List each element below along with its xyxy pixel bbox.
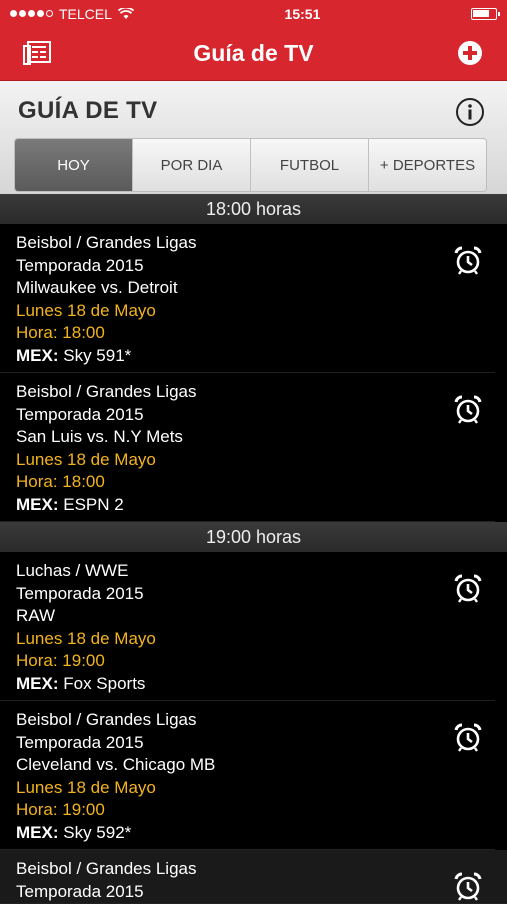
tab-bar: HOY POR DIA FUTBOL + DEPORTES [14,138,487,192]
event-sport: Beisbol / Grandes Ligas [16,382,197,401]
schedule-list: 18:00 horas Beisbol / Grandes Ligas Temp… [0,194,507,904]
event-time: Hora: 19:00 [16,800,105,819]
carrier-name: TELCEL [59,5,112,22]
event-season: Temporada 2015 [16,255,144,275]
event-sport: Beisbol / Grandes Ligas [16,859,197,878]
event-time: Hora: 18:00 [16,323,105,342]
event-channel: MEX: Fox Sports [16,673,146,693]
event-match: RAW [16,606,56,625]
alarm-clock-icon[interactable] [453,574,483,604]
event-date: Lunes 18 de Mayo [16,449,156,469]
event-match: Milwaukee vs. Detroit [16,278,178,297]
event-sport: Beisbol / Grandes Ligas [16,233,197,252]
clock: 15:51 [284,5,321,22]
event-channel: MEX: ESPN 2 [16,494,124,514]
alarm-clock-icon[interactable] [453,246,483,276]
signal-strength-icon [10,10,53,17]
event-time: Hora: 18:00 [16,472,105,491]
guide-icon[interactable] [22,40,52,66]
tab-por-dia[interactable]: POR DIA [133,139,251,191]
hour-header: 19:00 horas [0,522,507,552]
alarm-clock-icon[interactable] [453,723,483,753]
tab-futbol[interactable]: FUTBOL [251,139,369,191]
tab-hoy[interactable]: HOY [15,139,133,191]
list-item[interactable]: Beisbol / Grandes Ligas Temporada 2015 [0,850,507,904]
event-season: Temporada 2015 [16,404,144,424]
tab-mas-deportes[interactable]: + DEPORTES [369,139,486,191]
event-time: Hora: 19:00 [16,651,105,670]
event-sport: Beisbol / Grandes Ligas [16,710,197,729]
event-match: Cleveland vs. Chicago MB [16,755,216,774]
info-icon[interactable] [455,97,485,127]
section-title: GUÍA DE TV [18,97,158,124]
add-icon[interactable] [457,40,483,66]
event-date: Lunes 18 de Mayo [16,300,156,320]
status-bar: TELCEL 15:51 [0,0,507,27]
section-header: GUÍA DE TV HOY POR DIA FUTBOL + DEPORTES [0,81,507,194]
hour-header: 18:00 horas [0,194,507,224]
carrier-info: TELCEL [10,6,134,22]
list-item[interactable]: Beisbol / Grandes Ligas Temporada 2015 C… [0,701,495,850]
battery-icon [470,7,500,20]
event-date: Lunes 18 de Mayo [16,628,156,648]
list-item[interactable]: Beisbol / Grandes Ligas Temporada 2015 M… [0,224,495,373]
page-title: Guía de TV [193,40,314,66]
event-sport: Luchas / WWE [16,561,129,580]
event-match: San Luis vs. N.Y Mets [16,427,183,446]
alarm-clock-icon[interactable] [453,872,483,902]
list-item[interactable]: Beisbol / Grandes Ligas Temporada 2015 S… [0,373,495,522]
event-channel: MEX: Sky 592* [16,822,132,842]
list-item[interactable]: Luchas / WWE Temporada 2015 RAW Lunes 18… [0,552,495,701]
event-season: Temporada 2015 [16,732,144,752]
alarm-clock-icon[interactable] [453,395,483,425]
event-date: Lunes 18 de Mayo [16,777,156,797]
event-season: Temporada 2015 [16,583,144,603]
event-channel: MEX: Sky 591* [16,345,132,365]
nav-bar: Guía de TV [0,27,507,81]
wifi-icon [117,7,134,19]
